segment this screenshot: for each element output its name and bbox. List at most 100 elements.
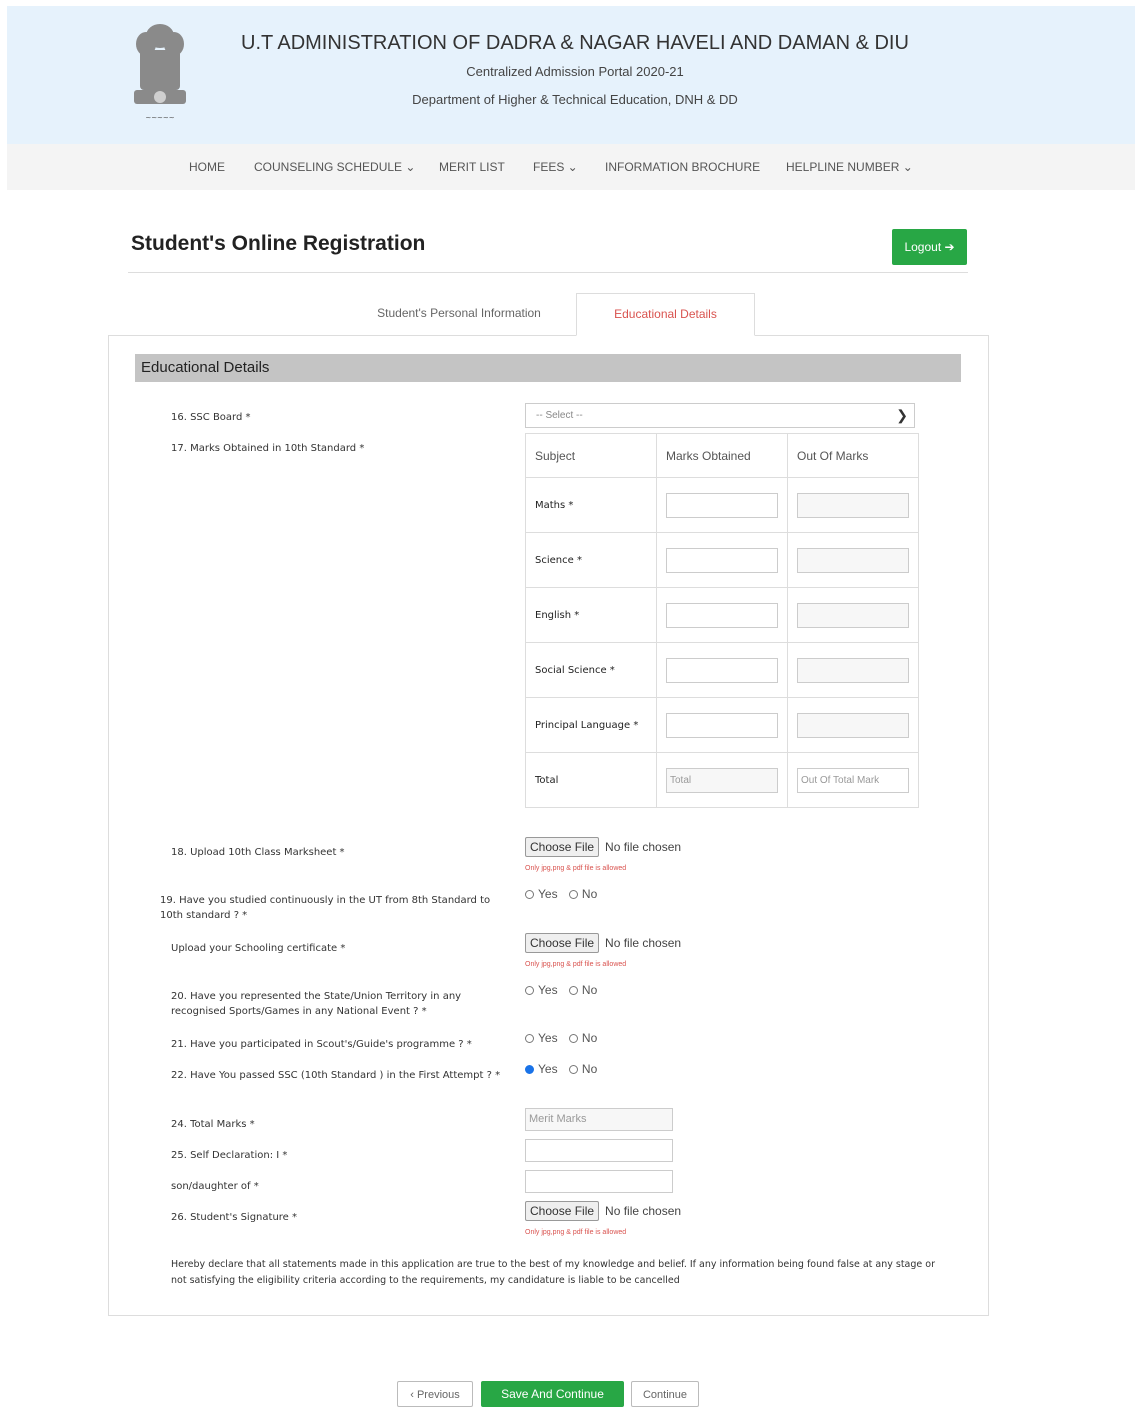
q20-label: 20. Have you represented the State/Union… (171, 991, 462, 1017)
table-row: Social Science * (525, 642, 919, 698)
col-marks-obtained: Marks Obtained (656, 433, 788, 478)
q20-radio-group: Yes No (525, 983, 605, 997)
no-label: No (581, 1062, 598, 1076)
table-row: Science * (525, 532, 919, 588)
section-heading: Educational Details (135, 354, 961, 382)
nav-counseling-schedule[interactable]: COUNSELING SCHEDULE ⌄ (254, 160, 415, 174)
title-divider (128, 272, 968, 273)
upload-marksheet-label: 18. Upload 10th Class Marksheet * (171, 847, 345, 858)
main-navbar: HOME COUNSELING SCHEDULE ⌄ MERIT LIST FE… (7, 144, 1135, 190)
file-type-note: Only jpg,png & pdf file is allowed (525, 961, 627, 968)
maths-marks-input[interactable] (666, 492, 778, 518)
table-header-row: Subject Marks Obtained Out Of Marks (525, 433, 919, 478)
science-marks-input[interactable] (666, 547, 778, 573)
out-of-total-input[interactable]: Out Of Total Mark (797, 767, 909, 793)
yes-label: Yes (538, 887, 558, 901)
logout-button[interactable]: Logout ➔ (892, 229, 967, 265)
q21-no-radio[interactable] (568, 1034, 578, 1043)
svg-text:~~~~~: ~~~~~ (145, 114, 174, 122)
q19-label: 19. Have you studied continuously in the… (160, 895, 491, 921)
parent-name-input[interactable] (525, 1170, 673, 1193)
col-out-of-marks: Out Of Marks (787, 433, 919, 478)
social-science-out-of-input[interactable] (797, 657, 909, 683)
yes-label: Yes (538, 1031, 558, 1045)
table-row: Maths * (525, 477, 919, 533)
header-subtitle-department: Department of Higher & Technical Educati… (412, 92, 738, 107)
signature-file-input[interactable]: Choose File No file chosen (525, 1201, 681, 1221)
q19-no-radio[interactable] (568, 890, 578, 899)
no-file-text: No file chosen (605, 936, 682, 950)
tab-educational-details[interactable]: Educational Details (576, 293, 755, 336)
choose-file-button[interactable]: Choose File (525, 1201, 600, 1221)
total-marks-input[interactable]: Total (666, 767, 778, 793)
social-science-marks-input[interactable] (666, 657, 778, 683)
signature-label: 26. Student's Signature * (171, 1212, 298, 1223)
file-type-note: Only jpg,png & pdf file is allowed (525, 1229, 627, 1236)
nav-information-brochure[interactable]: INFORMATION BROCHURE (605, 160, 760, 174)
nav-home[interactable]: HOME (189, 160, 225, 174)
principal-language-out-of-input[interactable] (797, 712, 909, 738)
self-declaration-label: 25. Self Declaration: I * (171, 1150, 288, 1161)
schooling-certificate-label: Upload your Schooling certificate * (171, 943, 346, 954)
file-type-note: Only jpg,png & pdf file is allowed (525, 865, 627, 872)
q22-label: 22. Have You passed SSC (10th Standard )… (171, 1070, 501, 1081)
marks-table: Subject Marks Obtained Out Of Marks Math… (525, 433, 919, 808)
q19-yes-radio[interactable] (525, 890, 534, 899)
self-declaration-name-input[interactable] (525, 1139, 673, 1162)
national-emblem-icon: ~~~~~ (134, 24, 186, 122)
page-title: Student's Online Registration (131, 232, 426, 255)
col-subject: Subject (525, 433, 657, 478)
maths-out-of-input[interactable] (797, 492, 909, 518)
header-title: U.T ADMINISTRATION OF DADRA & NAGAR HAVE… (241, 32, 909, 54)
q22-yes-radio[interactable] (525, 1065, 534, 1074)
header-subtitle-portal: Centralized Admission Portal 2020-21 (466, 64, 684, 79)
table-row: Principal Language * (525, 697, 919, 753)
chevron-down-icon: ❯ (896, 407, 908, 423)
continue-button[interactable]: Continue (631, 1381, 699, 1407)
subject-science: Science * (525, 532, 657, 588)
son-daughter-label: son/daughter of * (171, 1181, 259, 1192)
total-marks-label: 24. Total Marks * (171, 1119, 255, 1130)
merit-marks-input[interactable]: Merit Marks (525, 1108, 673, 1131)
ssc-board-label: 16. SSC Board * (171, 412, 251, 423)
nav-helpline-number[interactable]: HELPLINE NUMBER ⌄ (786, 160, 913, 174)
nav-fees[interactable]: FEES ⌄ (533, 160, 578, 174)
q21-radio-group: Yes No (525, 1031, 605, 1045)
science-out-of-input[interactable] (797, 547, 909, 573)
table-row: English * (525, 587, 919, 643)
no-label: No (581, 983, 598, 997)
q22-radio-group: Yes No (525, 1062, 605, 1076)
no-file-text: No file chosen (605, 1204, 682, 1218)
subject-english: English * (525, 587, 657, 643)
principal-language-marks-input[interactable] (666, 712, 778, 738)
no-label: No (581, 1031, 598, 1045)
subject-principal-language: Principal Language * (525, 697, 657, 753)
ssc-board-select[interactable]: -- Select -- ❯ (525, 403, 915, 428)
english-marks-input[interactable] (666, 602, 778, 628)
q19-radio-group: Yes No (525, 887, 605, 901)
choose-file-button[interactable]: Choose File (525, 837, 600, 857)
no-label: No (581, 887, 598, 901)
subject-total: Total (525, 752, 657, 808)
save-and-continue-button[interactable]: Save And Continue (481, 1381, 624, 1407)
q22-no-radio[interactable] (568, 1065, 578, 1074)
marksheet-file-input[interactable]: Choose File No file chosen (525, 837, 681, 857)
choose-file-button[interactable]: Choose File (525, 933, 600, 953)
yes-label: Yes (538, 1062, 558, 1076)
subject-social-science: Social Science * (525, 642, 657, 698)
no-file-text: No file chosen (605, 840, 682, 854)
tab-personal-information[interactable]: Student's Personal Information (350, 293, 568, 336)
ssc-board-selected-value: -- Select -- (536, 410, 583, 421)
q20-yes-radio[interactable] (525, 986, 534, 995)
q21-yes-radio[interactable] (525, 1034, 534, 1043)
declaration-text: Hereby declare that all statements made … (171, 1259, 935, 1286)
schooling-file-input[interactable]: Choose File No file chosen (525, 933, 681, 953)
table-row: Total Total Out Of Total Mark (525, 752, 919, 808)
subject-maths: Maths * (525, 477, 657, 533)
yes-label: Yes (538, 983, 558, 997)
english-out-of-input[interactable] (797, 602, 909, 628)
marks-obtained-label: 17. Marks Obtained in 10th Standard * (171, 443, 365, 454)
previous-button[interactable]: ‹ Previous (397, 1381, 473, 1407)
q20-no-radio[interactable] (568, 986, 578, 995)
nav-merit-list[interactable]: MERIT LIST (439, 160, 505, 174)
